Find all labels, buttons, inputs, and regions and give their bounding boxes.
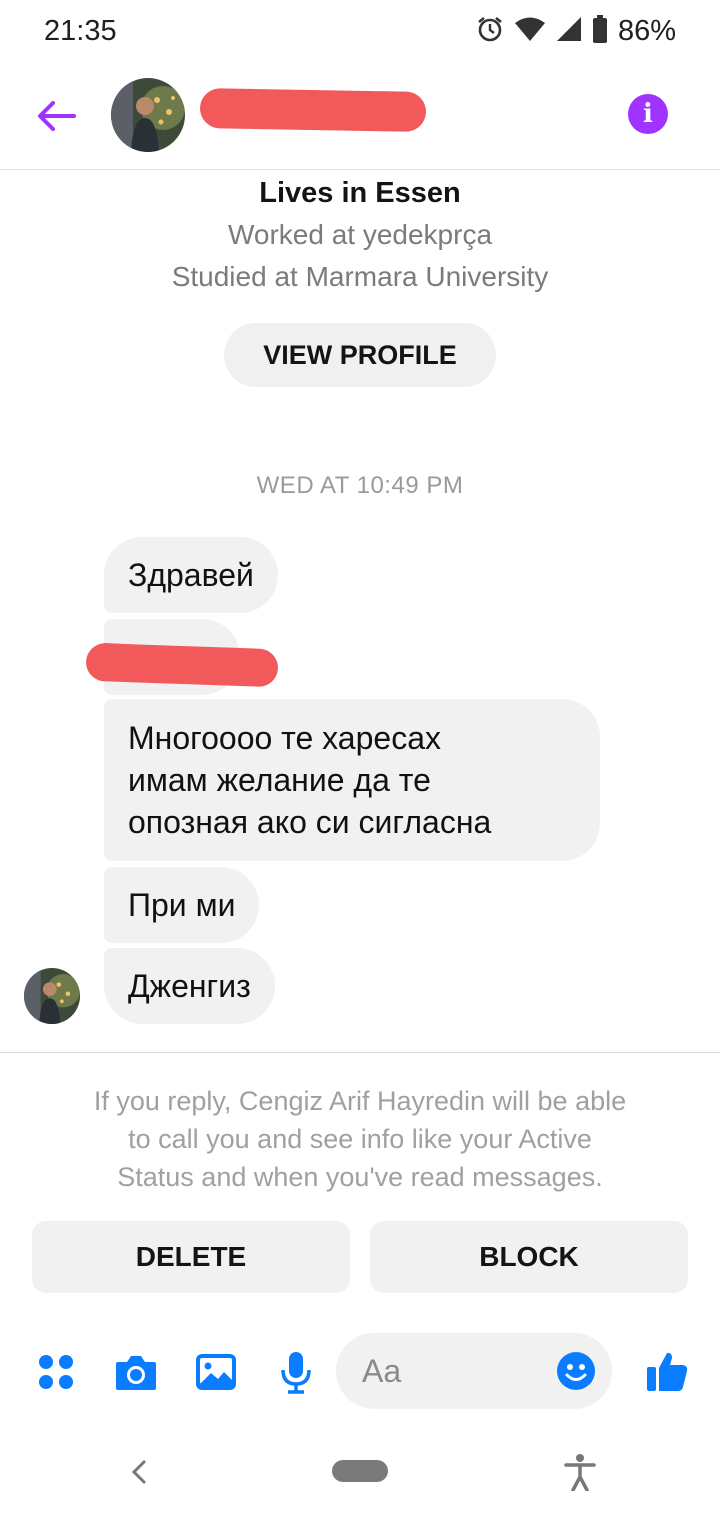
- redaction-mark: [85, 642, 279, 688]
- microphone-icon: [281, 1352, 311, 1394]
- note-line: to call you and see info like your Activ…: [128, 1124, 592, 1154]
- message-line: Многоооо те харесах: [128, 720, 441, 756]
- message-bubble[interactable]: При ми: [104, 867, 260, 943]
- message-request-note: If you reply, Cengiz Arif Hayredin will …: [30, 1082, 690, 1196]
- voice-button[interactable]: [274, 1350, 318, 1394]
- status-icons: 86%: [476, 14, 676, 48]
- battery-percent: 86%: [617, 14, 676, 47]
- message-bubble[interactable]: Многоооо те харесах имам желание да те о…: [104, 699, 600, 861]
- message-line: имам желание да те: [128, 762, 431, 798]
- message-bubble[interactable]: Здравей: [104, 537, 278, 613]
- divider: [0, 1052, 720, 1053]
- arrow-left-icon: [38, 101, 76, 131]
- studied-at: Studied at Marmara University: [171, 261, 549, 292]
- accessibility-icon: [564, 1454, 596, 1491]
- message-line: опозная ако си сигласна: [128, 804, 492, 840]
- emoji-icon: [557, 1352, 595, 1390]
- view-profile-button[interactable]: VIEW PROFILE: [224, 323, 496, 387]
- message-text: Здравей: [128, 557, 254, 593]
- message-text: При ми: [128, 887, 236, 923]
- camera-button[interactable]: [114, 1350, 158, 1394]
- battery-icon: [592, 14, 608, 48]
- worked-at: Worked at yedekprça: [227, 219, 493, 250]
- status-time: 21:35: [44, 14, 117, 47]
- wifi-icon: [514, 16, 546, 47]
- info-icon: i: [643, 99, 653, 129]
- like-button[interactable]: [644, 1348, 690, 1394]
- contact-name-redacted: [199, 88, 427, 132]
- accessibility-button[interactable]: [562, 1452, 598, 1492]
- image-icon: [196, 1354, 236, 1390]
- conversation-header: i: [0, 62, 720, 170]
- sender-avatar[interactable]: [24, 968, 80, 1024]
- block-button[interactable]: BLOCK: [370, 1221, 688, 1293]
- emoji-button[interactable]: [556, 1351, 596, 1391]
- signal-icon: [556, 16, 582, 47]
- status-bar: 21:35 86%: [0, 0, 720, 62]
- apps-icon: [39, 1355, 73, 1389]
- message-text: Дженгиз: [128, 968, 251, 1004]
- message-bubble[interactable]: Дженгиз: [104, 948, 275, 1024]
- delete-button[interactable]: DELETE: [32, 1221, 350, 1293]
- message-text: Многоооо те харесах имам желание да те о…: [128, 717, 491, 843]
- thumbs-up-icon: [647, 1352, 688, 1391]
- message-input-placeholder: Aa: [362, 1352, 402, 1389]
- lives-in: Lives in Essen: [259, 177, 461, 209]
- profile-summary: Lives in Essen Worked at yedekprça Studi…: [0, 172, 720, 298]
- info-button[interactable]: i: [628, 94, 668, 134]
- system-home-button[interactable]: [332, 1460, 388, 1482]
- camera-icon: [116, 1356, 156, 1390]
- alarm-icon: [476, 15, 504, 48]
- note-line: Status and when you've read messages.: [117, 1162, 603, 1192]
- message-timestamp: WED AT 10:49 PM: [256, 472, 464, 499]
- apps-button[interactable]: [34, 1350, 78, 1394]
- gallery-button[interactable]: [194, 1350, 238, 1394]
- note-line: If you reply, Cengiz Arif Hayredin will …: [93, 1086, 627, 1116]
- back-button[interactable]: [34, 94, 78, 138]
- system-back-button[interactable]: [124, 1452, 154, 1492]
- chevron-left-icon: [131, 1460, 146, 1484]
- contact-avatar[interactable]: [111, 78, 185, 152]
